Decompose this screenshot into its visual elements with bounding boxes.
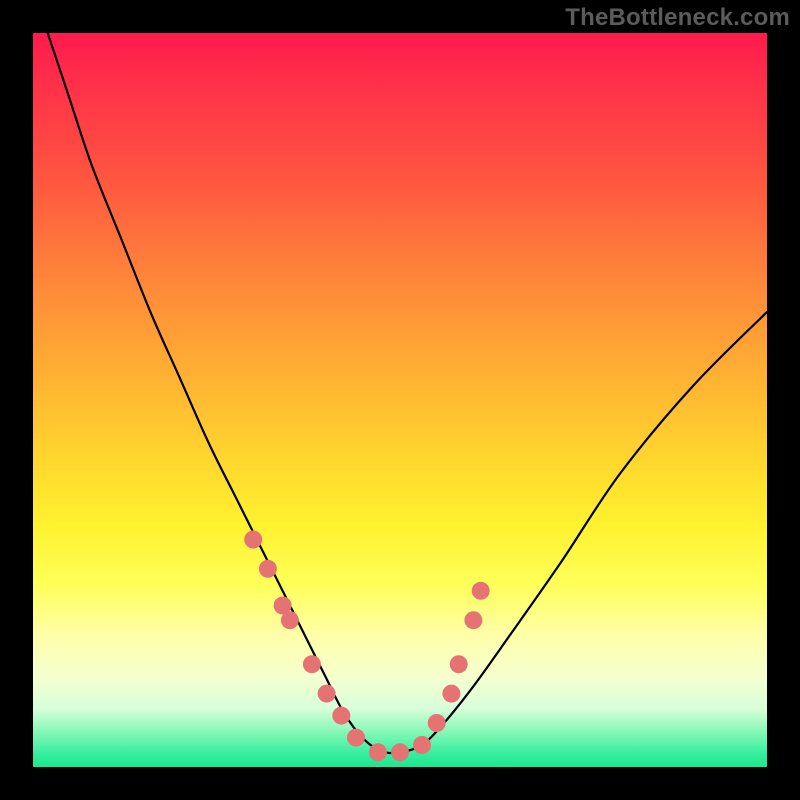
highlight-point [428, 714, 446, 732]
highlight-point [472, 582, 490, 600]
highlight-point [347, 729, 365, 747]
highlight-point [318, 685, 336, 703]
highlight-point [413, 736, 431, 754]
highlight-point [281, 611, 299, 629]
curve-svg [33, 33, 767, 767]
highlight-point [442, 685, 460, 703]
highlight-point [464, 611, 482, 629]
highlight-point [303, 655, 321, 673]
highlight-point [244, 531, 262, 549]
watermark-text: TheBottleneck.com [565, 4, 790, 32]
bottleneck-curve [48, 33, 767, 753]
highlight-point [391, 743, 409, 761]
highlight-point [369, 743, 387, 761]
highlight-point [450, 655, 468, 673]
highlight-points [244, 531, 490, 762]
highlight-point [332, 707, 350, 725]
plot-area [33, 33, 767, 767]
chart-frame: TheBottleneck.com [0, 0, 800, 800]
highlight-point [259, 560, 277, 578]
